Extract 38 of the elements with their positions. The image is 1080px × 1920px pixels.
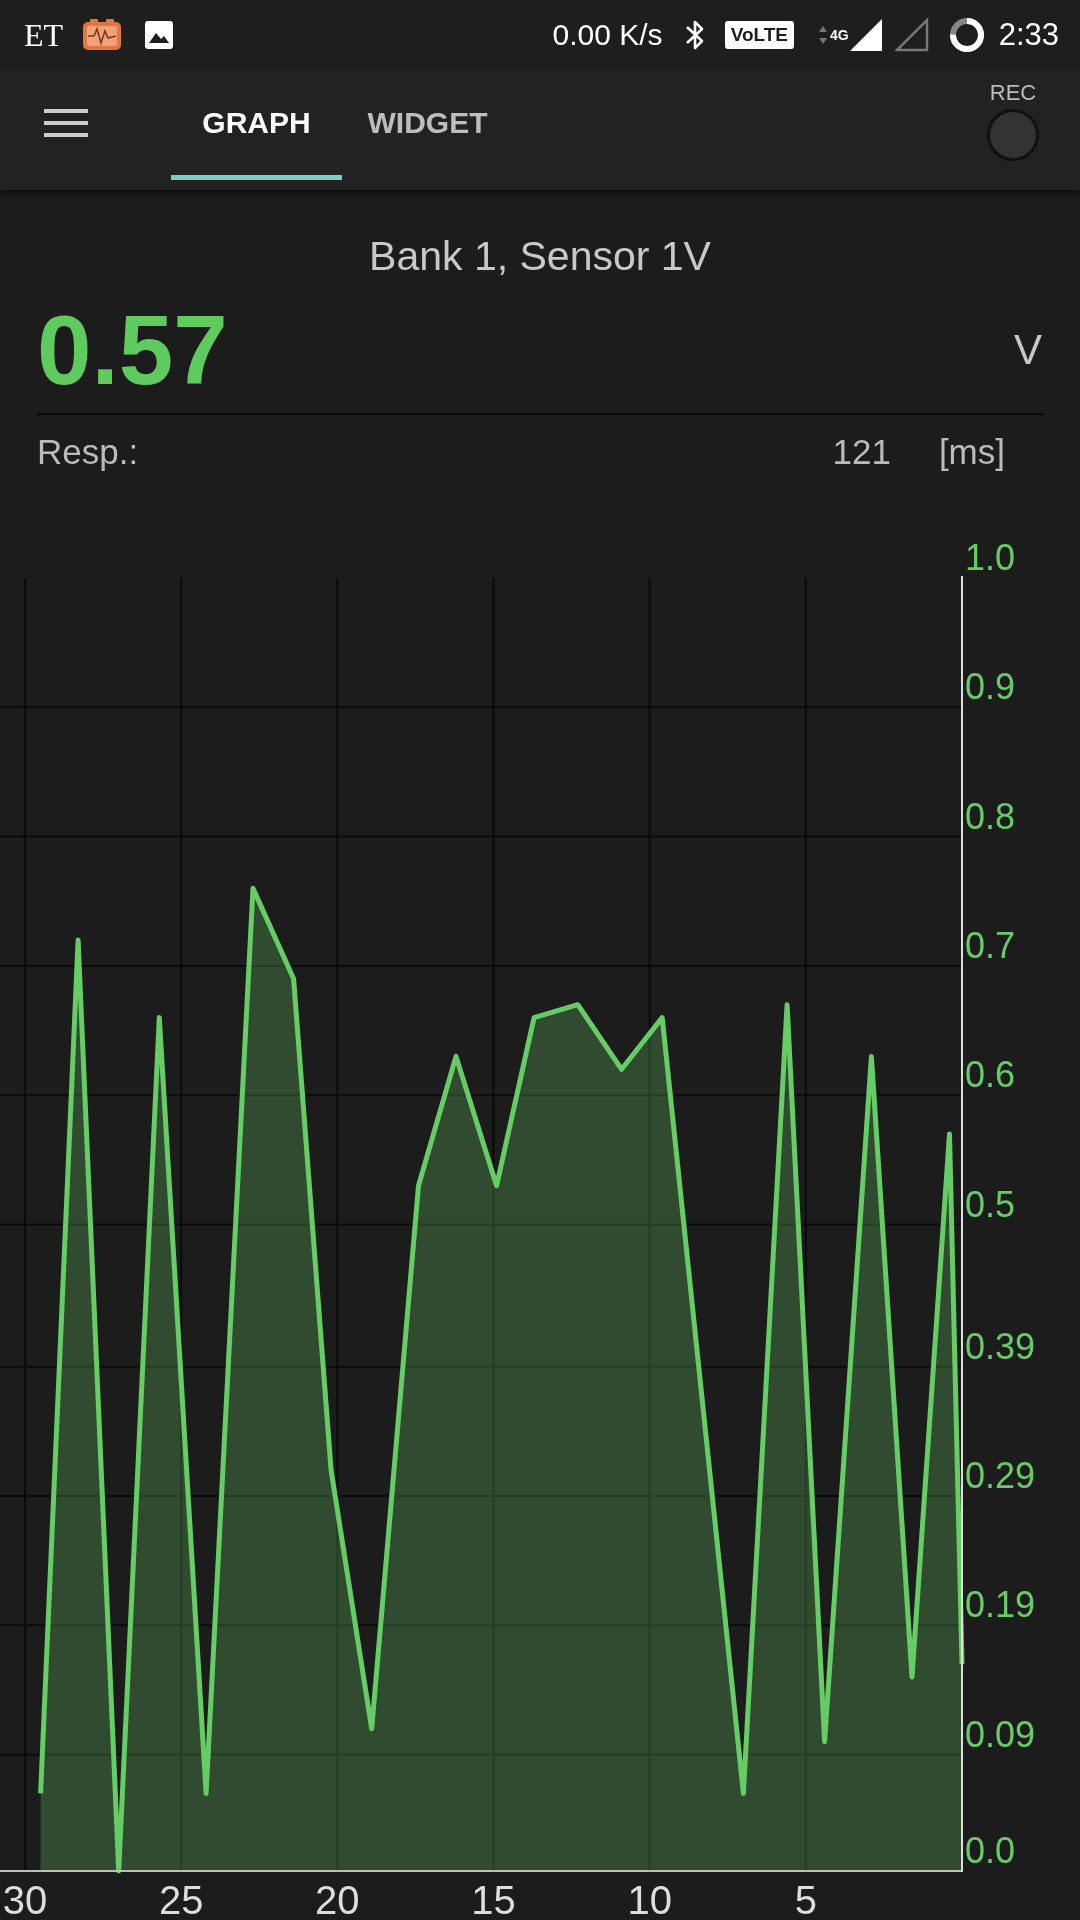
sensor-value: 0.57 (37, 300, 228, 400)
y-axis-label: 0.0 (965, 1830, 1016, 1871)
unit-label: V (1014, 326, 1042, 374)
x-axis-label: 30 (2, 1878, 48, 1920)
signal-icon (848, 18, 883, 52)
response-value: 121 (832, 432, 891, 472)
clock-time: 2:33 (998, 17, 1059, 53)
network-type-label: 4G (829, 27, 849, 43)
volte-badge: VoLTE (724, 21, 794, 49)
data-arrows-icon (817, 24, 828, 46)
y-axis-label: 0.8 (965, 795, 1016, 837)
x-axis-label: 15 (471, 1878, 516, 1920)
y-axis-label: 0.09 (965, 1713, 1036, 1755)
y-axis-label: 0.19 (965, 1584, 1036, 1626)
notification-label: ET (24, 17, 64, 53)
y-axis-label: 0.5 (965, 1183, 1016, 1225)
tab[interactable]: GRAPH (171, 70, 342, 180)
x-axis-label: 25 (158, 1878, 204, 1920)
sensor-title: Bank 1, Sensor 1V (369, 232, 711, 280)
y-axis-label: 0.7 (965, 924, 1016, 966)
y-axis-label: 1.0 (965, 537, 1016, 578)
response-unit: [ms] (938, 432, 1005, 472)
signal-empty-icon (894, 18, 929, 52)
x-axis-label: 5 (794, 1878, 817, 1920)
y-axis-label: 0.39 (965, 1325, 1036, 1367)
image-icon (144, 20, 175, 50)
x-axis-label: 20 (315, 1878, 360, 1920)
menu-icon[interactable] (44, 108, 88, 138)
tab[interactable]: WIDGET (342, 70, 513, 180)
y-axis-label: 0.9 (965, 666, 1016, 708)
ring-icon (948, 17, 985, 53)
y-axis-label: 0.29 (965, 1455, 1036, 1497)
y-axis-label: 0.6 (965, 1054, 1016, 1096)
response-label: Resp.: (37, 432, 139, 472)
record-label: REC (989, 80, 1037, 106)
network-speed: 0.00 K/s (552, 17, 663, 53)
x-axis-label: 10 (627, 1878, 672, 1920)
pulse-icon (82, 19, 123, 51)
